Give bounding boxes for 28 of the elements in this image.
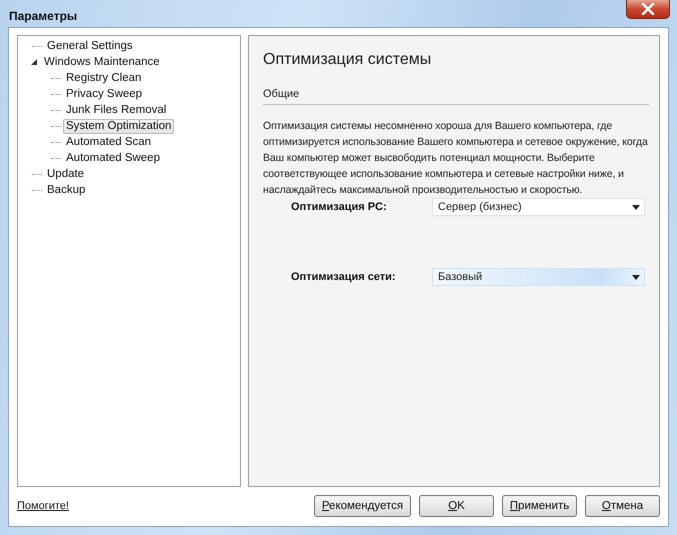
close-button[interactable] <box>626 0 670 19</box>
tree-item[interactable]: Junk Files Removal <box>63 102 170 118</box>
tree-item[interactable]: General Settings <box>44 38 136 54</box>
dropdown-arrow-icon <box>632 274 640 280</box>
tree-item[interactable]: System Optimization <box>63 118 174 134</box>
tree-item[interactable]: Windows Maintenance <box>41 54 163 70</box>
tree-item[interactable]: Privacy Sweep <box>63 86 146 102</box>
help-link[interactable]: Помогите! <box>17 500 69 512</box>
description: Оптимизация системы несомненно хороша для Вашего компьютера, где оптимизируется использование Вашего компьютера и сетевое окружение, когда Ваш компьютер может высвободить потенциал мощности. Выберите соответствующее использование компьютера и сетевые настройки ниже, и наслаждайтесь максимальной производительностью и скоростью. <box>263 119 649 198</box>
dropdown[interactable]: Базовый <box>432 268 645 286</box>
panel-title: Оптимизация системы <box>263 51 432 69</box>
section-heading: Общие <box>263 88 649 105</box>
dropdown[interactable]: Сервер (бизнес) <box>432 198 645 216</box>
dialog-button[interactable]: Рекомендуется <box>314 495 411 517</box>
dropdown-arrow-icon <box>632 204 640 210</box>
tree-item[interactable]: Registry Clean <box>63 70 144 86</box>
dialog-button[interactable]: OK <box>419 495 494 517</box>
expander-icon[interactable] <box>30 58 38 66</box>
tree-item[interactable]: Update <box>44 166 88 182</box>
setting-label: Оптимизация сети: <box>291 271 397 283</box>
dialog-button[interactable]: Применить <box>502 495 577 517</box>
tree-item[interactable]: Automated Scan <box>63 134 154 150</box>
dialog-button[interactable]: Отмена <box>585 495 660 517</box>
window-title: Параметры <box>9 9 78 23</box>
tree-item[interactable]: Automated Sweep <box>63 150 163 166</box>
tree-item[interactable]: Backup <box>44 182 88 198</box>
setting-label: Оптимизация PC: <box>291 201 388 213</box>
close-icon <box>641 3 655 15</box>
